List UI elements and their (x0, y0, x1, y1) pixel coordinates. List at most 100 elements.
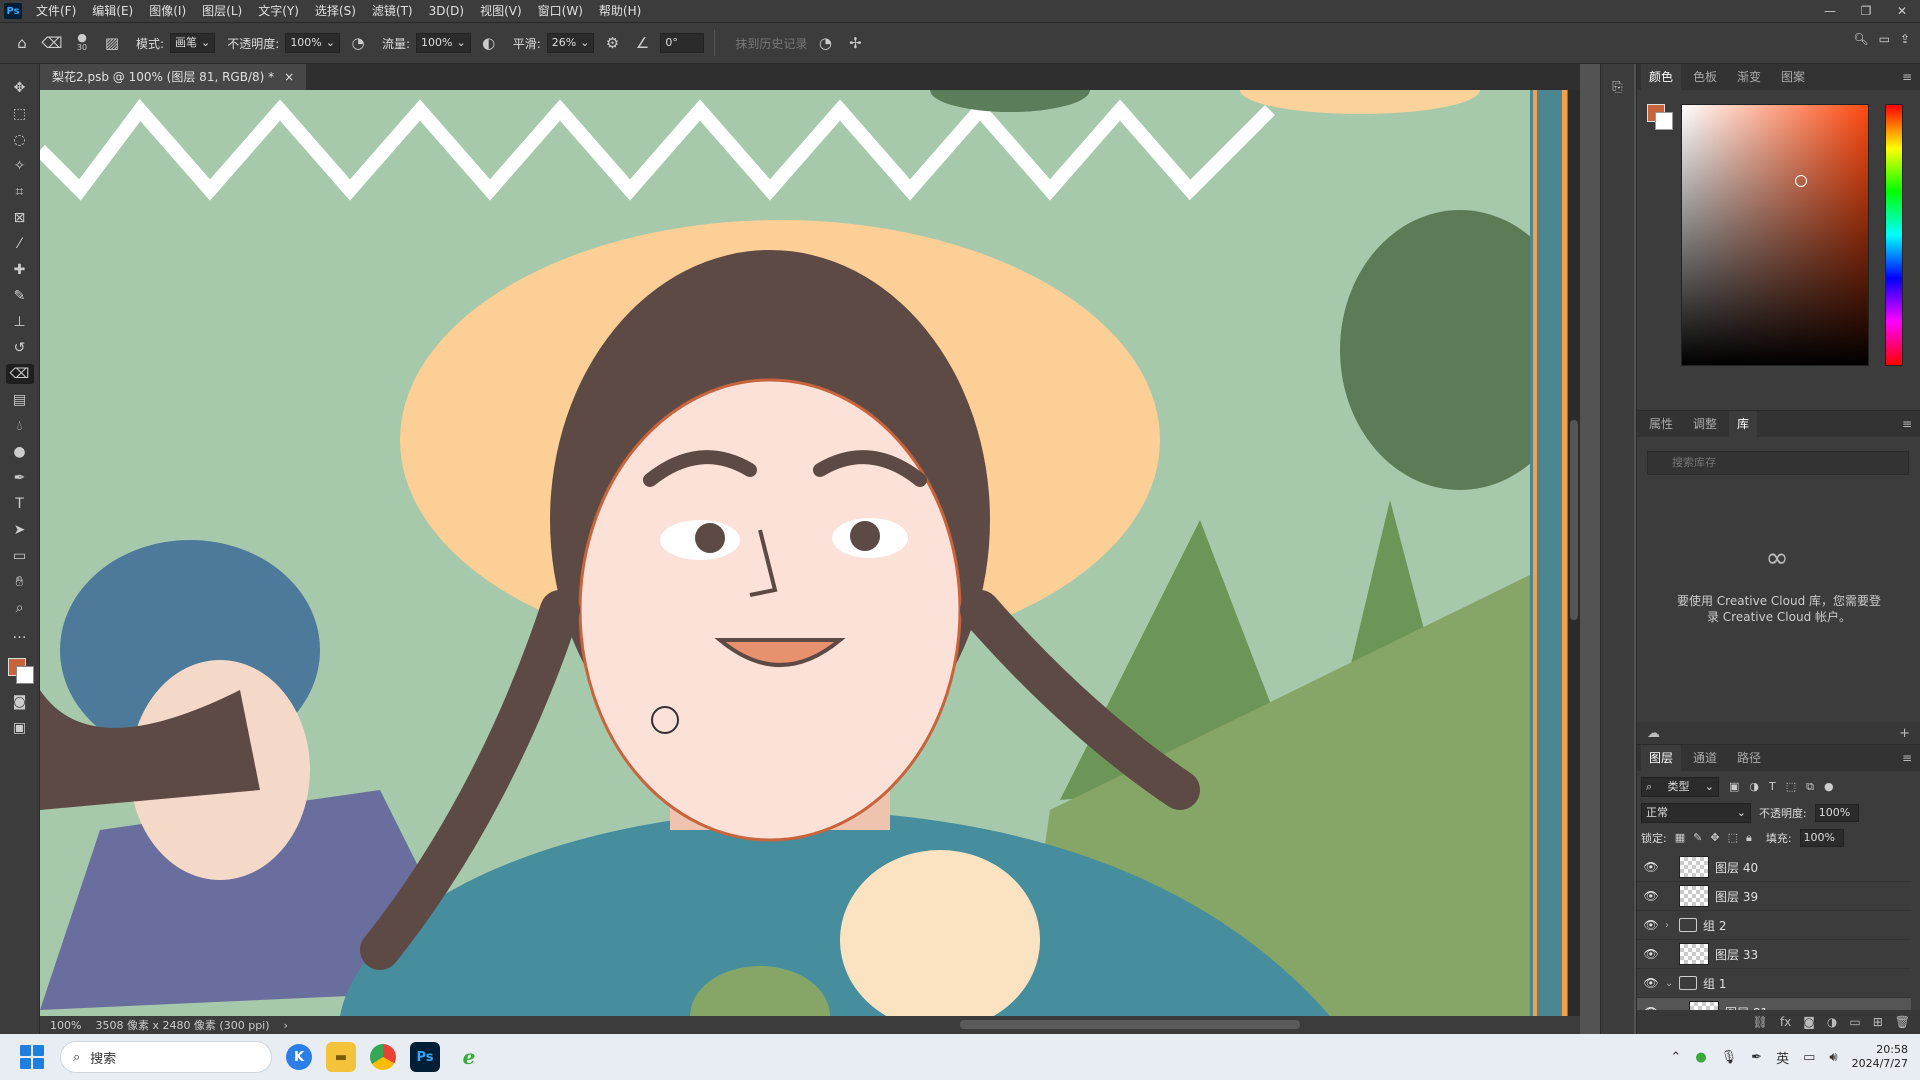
pen-tool-icon[interactable]: ✒ (6, 468, 34, 488)
clock[interactable]: 20:58 2024/7/27 (1852, 1043, 1908, 1071)
taskbar-search[interactable]: ⌕ 搜索 (60, 1041, 272, 1073)
adjustment-layer-icon[interactable]: ◑ (1827, 1015, 1837, 1029)
menu-select[interactable]: 选择(S) (307, 0, 364, 22)
file-explorer-icon[interactable]: ▬ (326, 1042, 356, 1072)
menu-image[interactable]: 图像(I) (141, 0, 194, 22)
lock-position-icon[interactable]: ✥ (1710, 831, 1719, 845)
microphone-icon[interactable]: 🎙︎ (1721, 1050, 1738, 1065)
tab-properties[interactable]: 属性 (1641, 411, 1681, 437)
eraser-tool-icon[interactable]: ⌫ (5, 364, 34, 384)
lasso-tool-icon[interactable]: ◌ (6, 130, 34, 150)
move-tool-icon[interactable]: ✥ (6, 78, 34, 98)
menu-file[interactable]: 文件(F) (28, 0, 84, 22)
menu-layer[interactable]: 图层(L) (194, 0, 250, 22)
pen-icon[interactable]: ✒ (1751, 1050, 1762, 1065)
group-row-2[interactable]: 👁︎ › 组 2 (1637, 911, 1911, 940)
tab-paths[interactable]: 路径 (1729, 745, 1769, 771)
dodge-tool-icon[interactable]: ● (6, 442, 34, 462)
lock-pixels-icon[interactable]: ✎ (1693, 831, 1702, 845)
document-tab[interactable]: 梨花2.psb @ 100% (图层 81, RGB/8) * × (40, 64, 307, 90)
network-icon[interactable]: ▭ (1803, 1050, 1815, 1065)
vertical-scrollbar[interactable] (1568, 90, 1580, 1016)
tab-gradients[interactable]: 渐变 (1729, 64, 1769, 90)
lock-artboard-icon[interactable]: ⬚ (1728, 831, 1738, 845)
group-row-1[interactable]: 👁︎ ⌄ 组 1 (1637, 969, 1911, 998)
tab-layers[interactable]: 图层 (1641, 745, 1682, 771)
menu-type[interactable]: 文字(Y) (250, 0, 307, 22)
type-tool-icon[interactable]: T (6, 494, 34, 514)
search-icon[interactable]: 🔍︎ (1853, 32, 1868, 46)
layer-row-33[interactable]: 👁︎ 图层 33 (1637, 940, 1911, 969)
chevron-right-icon[interactable]: › (1665, 920, 1675, 931)
airbrush-icon[interactable]: ◐ (477, 31, 501, 55)
new-group-icon[interactable]: ▭ (1849, 1015, 1860, 1029)
color-panel-background-swatch[interactable] (1655, 112, 1673, 130)
color-picker-ring[interactable] (1795, 175, 1807, 187)
layer-row-39[interactable]: 👁︎ 图层 39 (1637, 882, 1911, 911)
browser-app-icon[interactable]: ℯ (454, 1042, 484, 1072)
quick-mask-icon[interactable]: ◙ (6, 692, 34, 712)
tab-channels[interactable]: 通道 (1685, 745, 1725, 771)
panel-menu-icon[interactable]: ≡ (1902, 70, 1912, 84)
frame-tool-icon[interactable]: ⊠ (6, 208, 34, 228)
eye-icon[interactable]: 👁︎ (1637, 947, 1665, 961)
hand-tool-icon[interactable]: ✋︎ (6, 572, 34, 592)
pressure-size-icon[interactable]: ◔ (813, 31, 837, 55)
canvas-area[interactable] (40, 90, 1580, 1016)
ime-indicator[interactable]: 英 (1776, 1048, 1789, 1067)
lock-transparency-icon[interactable]: ▦ (1675, 831, 1685, 845)
menu-3d[interactable]: 3D(D) (421, 0, 472, 22)
close-icon[interactable]: ✕ (1884, 0, 1920, 22)
menu-view[interactable]: 视图(V) (472, 0, 530, 22)
eye-icon[interactable]: 👁︎ (1637, 889, 1665, 903)
home-icon[interactable]: ⌂ (10, 31, 34, 55)
tab-adjustments[interactable]: 调整 (1685, 411, 1725, 437)
symmetry-icon[interactable]: ✢ (843, 31, 867, 55)
layer-opacity-input[interactable]: 100% (1814, 804, 1859, 822)
lock-all-icon[interactable]: 🔒︎ (1746, 831, 1752, 845)
gradient-tool-icon[interactable]: ▤ (6, 390, 34, 410)
library-search-input[interactable] (1647, 451, 1909, 475)
photoshop-taskbar-icon[interactable]: Ps (410, 1042, 440, 1072)
eye-icon[interactable]: 👁︎ (1637, 860, 1665, 874)
horizontal-scroll-thumb[interactable] (960, 1020, 1300, 1029)
brush-tool-icon[interactable]: ✎ (6, 286, 34, 306)
opacity-input[interactable]: 100% ⌄ (285, 33, 340, 53)
new-layer-icon[interactable]: ⊞ (1873, 1015, 1883, 1029)
gear-icon[interactable]: ⚙ (600, 31, 624, 55)
share-icon[interactable]: ⇪ (1900, 32, 1910, 46)
screen-mode-icon[interactable]: ▣ (6, 718, 34, 738)
angle-input[interactable]: 0° (660, 33, 705, 53)
add-mask-icon[interactable]: ◙ (1803, 1015, 1815, 1029)
add-icon[interactable]: + (1899, 726, 1910, 741)
healing-brush-tool-icon[interactable]: ✚ (6, 260, 34, 280)
minimize-icon[interactable]: — (1812, 0, 1848, 22)
menu-edit[interactable]: 编辑(E) (84, 0, 141, 22)
volume-icon[interactable]: 🔊︎ (1829, 1050, 1837, 1065)
layer-filter-select[interactable]: ⌕ 类型 ⌄ (1641, 777, 1719, 797)
shape-filter-icon[interactable]: ⬚ (1786, 780, 1796, 794)
pixel-filter-icon[interactable]: ▣ (1729, 780, 1739, 794)
smoothing-input[interactable]: 26% ⌄ (546, 33, 595, 53)
cloud-icon[interactable]: ☁ (1647, 726, 1660, 741)
hue-slider[interactable] (1885, 104, 1903, 366)
eye-icon[interactable]: 👁︎ (1637, 918, 1665, 932)
marquee-tool-icon[interactable]: ⬚ (6, 104, 34, 124)
artwork-canvas[interactable] (40, 90, 1580, 1016)
history-panel-icon[interactable]: ⎘ (1609, 80, 1627, 98)
kuaishou-app-icon[interactable]: K (286, 1044, 312, 1070)
chevron-up-icon[interactable]: ⌃ (1670, 1050, 1681, 1065)
eye-icon[interactable]: 👁︎ (1637, 976, 1665, 990)
windows-start-icon[interactable] (20, 1045, 44, 1069)
magic-wand-tool-icon[interactable]: ✧ (6, 156, 34, 176)
menu-help[interactable]: 帮助(H) (591, 0, 649, 22)
tab-patterns[interactable]: 图案 (1773, 64, 1813, 90)
eyedropper-tool-icon[interactable]: ⁄ (6, 234, 34, 254)
vertical-scroll-thumb[interactable] (1570, 420, 1578, 620)
zoom-tool-icon[interactable]: ⌕ (6, 598, 34, 618)
color-swatches[interactable] (6, 656, 34, 686)
eraser-preset-icon[interactable]: ⌫ (40, 31, 64, 55)
saturation-brightness-field[interactable] (1681, 104, 1869, 366)
brush-settings-icon[interactable]: ▨ (100, 31, 124, 55)
zoom-level[interactable]: 100% (50, 1019, 81, 1032)
